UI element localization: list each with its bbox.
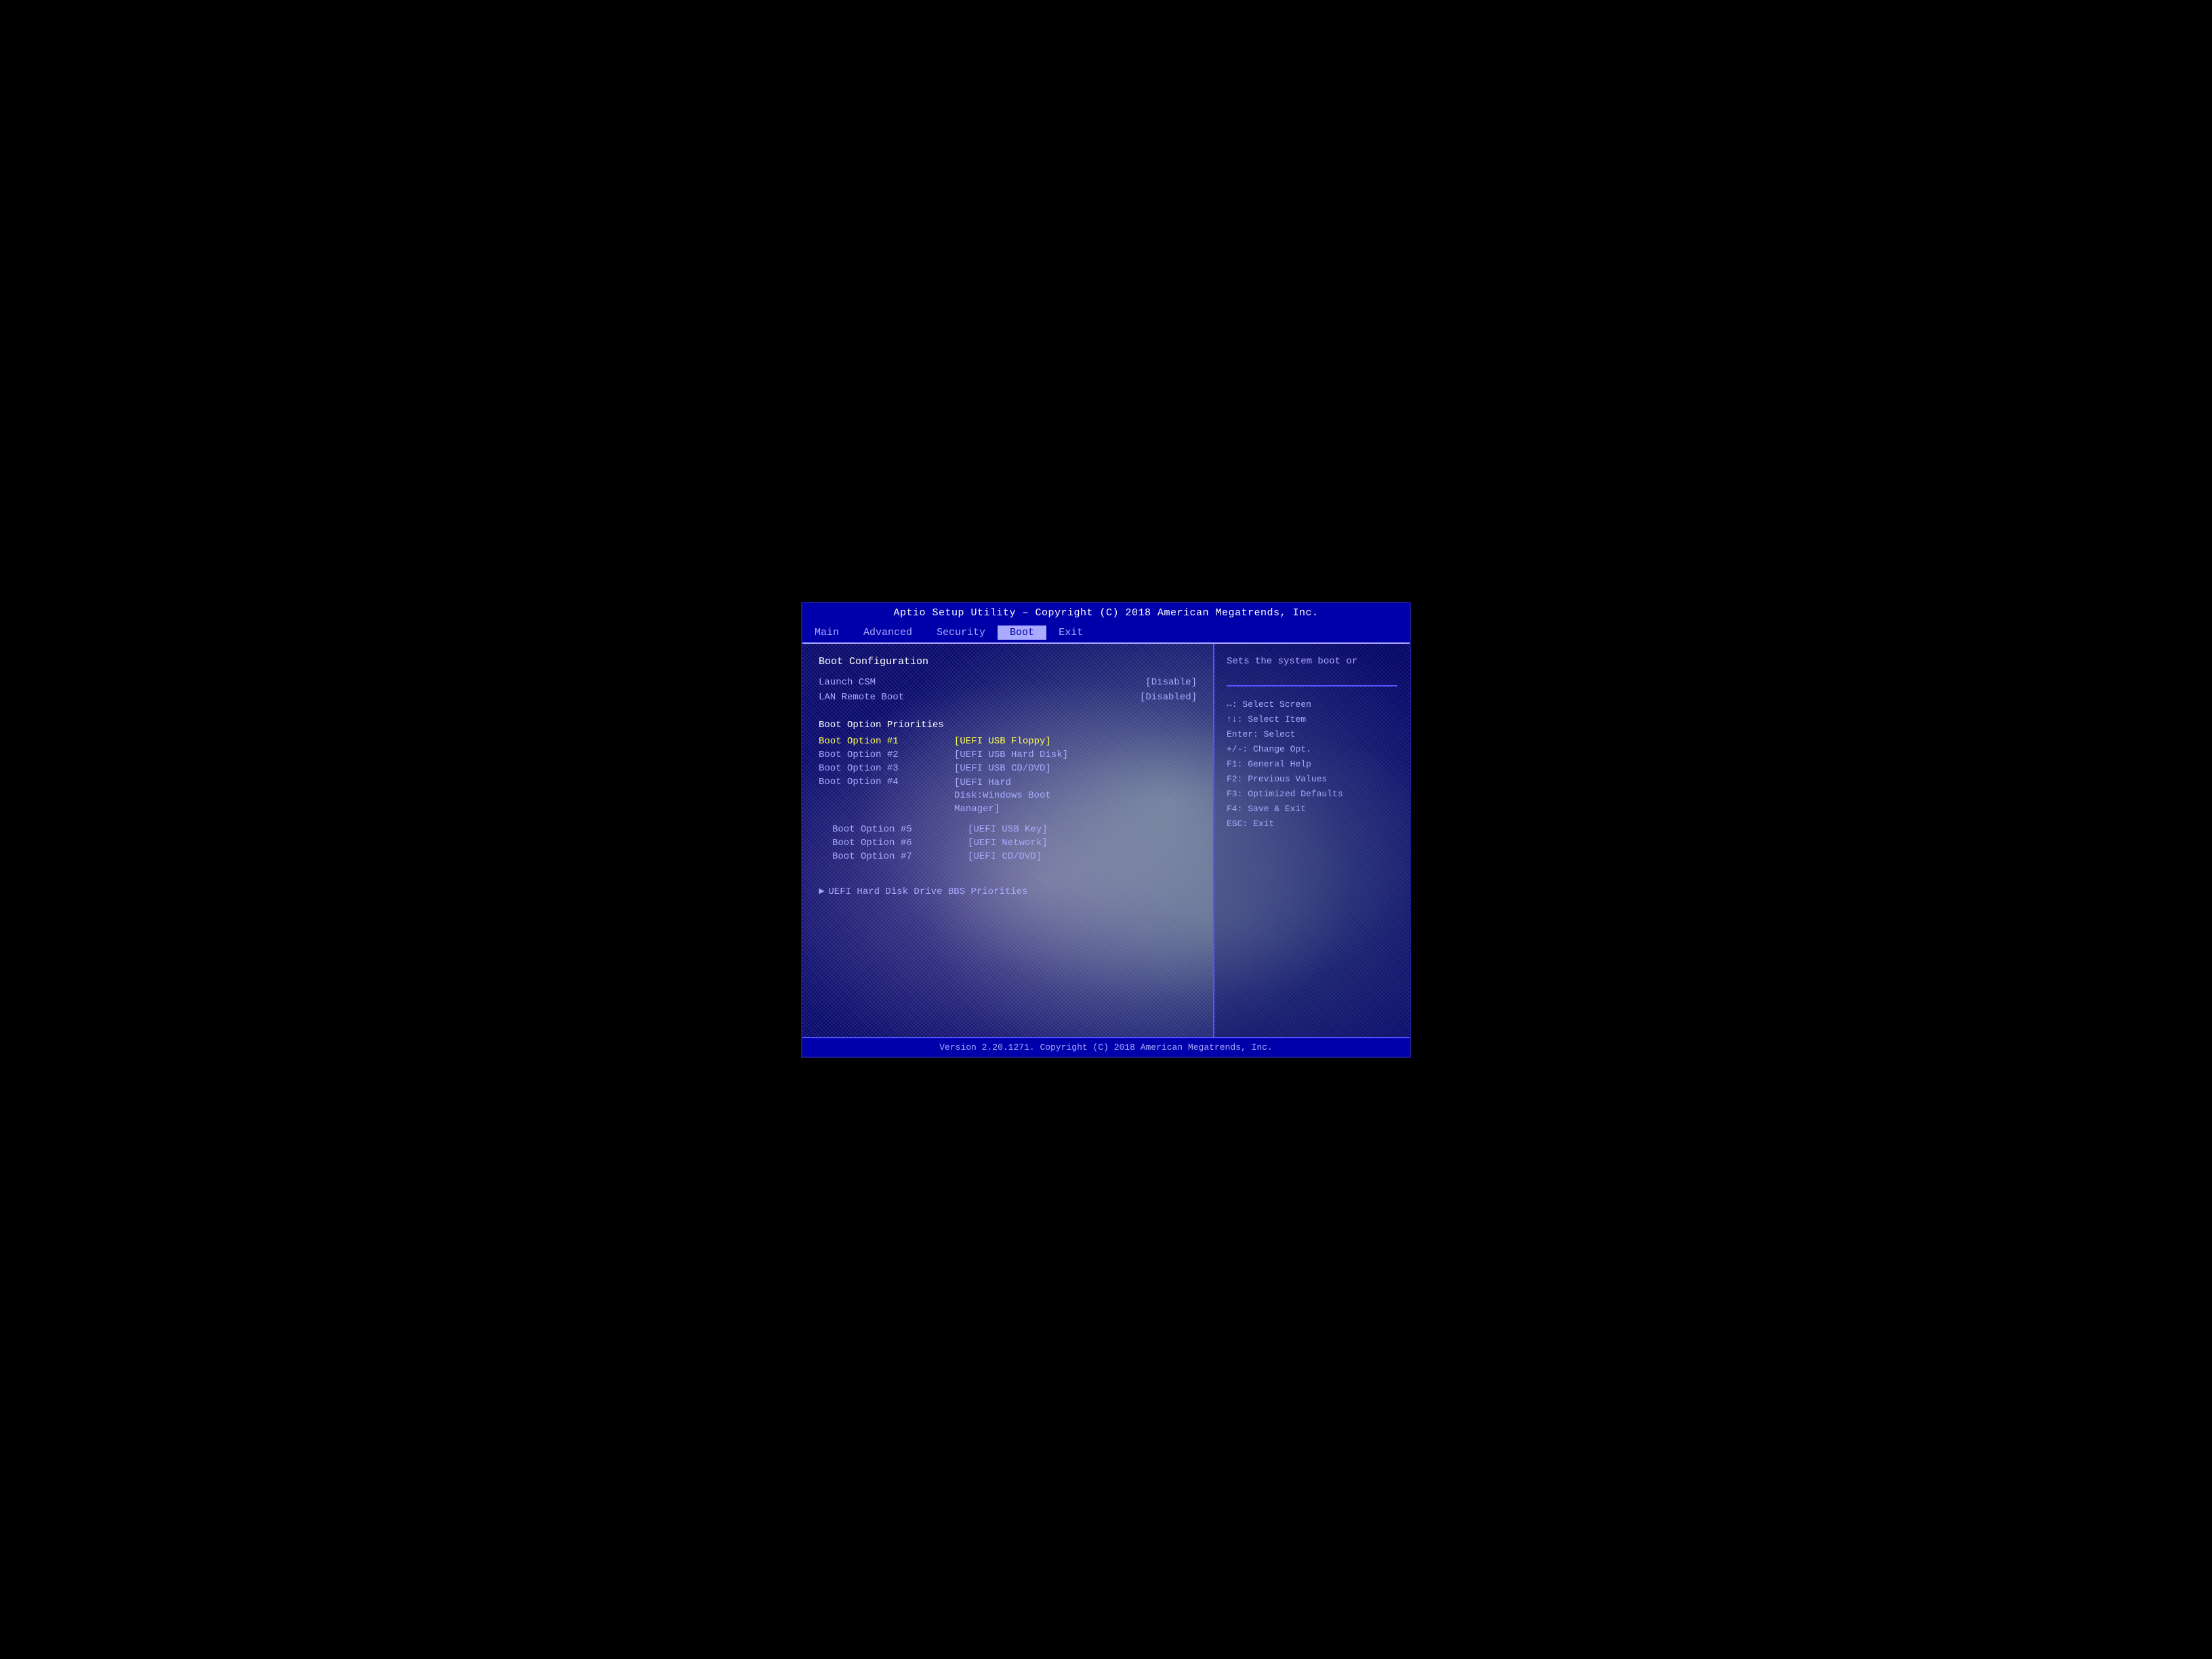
help-desc-1: Select Item — [1248, 714, 1306, 724]
help-key-3: +/-: — [1227, 744, 1248, 754]
divider-1 — [819, 711, 1197, 712]
boot-option-1-row[interactable]: Boot Option #1 [UEFI USB Floppy] — [819, 736, 1197, 747]
help-desc-2: Select — [1264, 729, 1296, 739]
help-item-4: F1: General Help — [1227, 757, 1397, 772]
boot-priorities-title: Boot Option Priorities — [819, 720, 1197, 731]
main-layout: Boot Configuration Launch CSM [Disable] … — [802, 644, 1410, 1037]
help-key-2: Enter: — [1227, 729, 1258, 739]
left-panel: Boot Configuration Launch CSM [Disable] … — [802, 644, 1213, 1037]
lan-remote-boot-row[interactable]: LAN Remote Boot [Disabled] — [819, 692, 1197, 703]
menu-item-boot[interactable]: Boot — [998, 626, 1046, 640]
boot-option-5-row[interactable]: Boot Option #5 [UEFI USB Key] — [819, 824, 1197, 835]
boot-option-1-value: [UEFI USB Floppy] — [954, 736, 1197, 747]
boot-option-5-value: [UEFI USB Key] — [968, 824, 1197, 835]
boot-option-2-value: [UEFI USB Hard Disk] — [954, 750, 1197, 760]
help-desc-4: General Help — [1248, 759, 1311, 769]
menu-item-security[interactable]: Security — [924, 626, 998, 640]
boot-option-1-label: Boot Option #1 — [819, 736, 954, 747]
bbs-arrow-icon: ► — [819, 886, 824, 897]
spacer-2 — [819, 865, 1197, 876]
help-text: ↔: Select Screen ↑↓: Select Item Enter: … — [1227, 697, 1397, 832]
boot-option-5-label: Boot Option #5 — [832, 824, 968, 835]
help-key-7: F4: — [1227, 804, 1242, 814]
help-item-1: ↑↓: Select Item — [1227, 712, 1397, 727]
boot-option-4-value: [UEFI HardDisk:Windows BootManager] — [954, 777, 1197, 817]
right-panel: Sets the system boot or ↔: Select Screen… — [1213, 644, 1410, 1037]
bios-screen: Aptio Setup Utility – Copyright (C) 2018… — [801, 602, 1411, 1058]
boot-option-2-row[interactable]: Boot Option #2 [UEFI USB Hard Disk] — [819, 750, 1197, 760]
help-desc-8: Exit — [1253, 819, 1274, 829]
help-item-2: Enter: Select — [1227, 727, 1397, 742]
boot-option-7-row[interactable]: Boot Option #7 [UEFI CD/DVD] — [819, 851, 1197, 862]
boot-option-7-value: [UEFI CD/DVD] — [968, 851, 1197, 862]
boot-option-2-label: Boot Option #2 — [819, 750, 954, 760]
help-key-5: F2: — [1227, 774, 1242, 784]
boot-option-3-value: [UEFI USB CD/DVD] — [954, 763, 1197, 774]
help-key-0: ↔: — [1227, 699, 1237, 710]
footer-text: Version 2.20.1271. Copyright (C) 2018 Am… — [939, 1042, 1272, 1052]
menu-bar[interactable]: Main Advanced Security Boot Exit — [802, 623, 1410, 644]
boot-option-6-value: [UEFI Network] — [968, 838, 1197, 848]
boot-option-4-row[interactable]: Boot Option #4 [UEFI HardDisk:Windows Bo… — [819, 777, 1197, 817]
help-desc-7: Save & Exit — [1248, 804, 1306, 814]
boot-option-4-label: Boot Option #4 — [819, 777, 954, 817]
help-key-1: ↑↓: — [1227, 714, 1242, 724]
right-panel-description: Sets the system boot or — [1227, 655, 1397, 669]
help-desc-0: Select Screen — [1242, 699, 1311, 710]
title-text: Aptio Setup Utility – Copyright (C) 2018… — [893, 607, 1318, 619]
help-desc-3: Change Opt. — [1253, 744, 1311, 754]
help-item-7: F4: Save & Exit — [1227, 802, 1397, 817]
help-item-5: F2: Previous Values — [1227, 772, 1397, 787]
spacer — [819, 819, 1197, 824]
help-key-4: F1: — [1227, 759, 1242, 769]
help-item-6: F3: Optimized Defaults — [1227, 787, 1397, 802]
help-separator — [1227, 685, 1397, 687]
boot-option-6-row[interactable]: Boot Option #6 [UEFI Network] — [819, 838, 1197, 848]
title-bar: Aptio Setup Utility – Copyright (C) 2018… — [802, 603, 1410, 623]
help-desc-6: Optimized Defaults — [1248, 789, 1343, 799]
launch-csm-value: [Disable] — [1145, 677, 1197, 688]
launch-csm-row[interactable]: Launch CSM [Disable] — [819, 677, 1197, 688]
boot-option-6-label: Boot Option #6 — [832, 838, 968, 848]
bbs-link[interactable]: ► UEFI Hard Disk Drive BBS Priorities — [819, 886, 1197, 897]
menu-item-exit[interactable]: Exit — [1046, 626, 1095, 640]
footer-bar: Version 2.20.1271. Copyright (C) 2018 Am… — [802, 1037, 1410, 1057]
lan-remote-boot-value: [Disabled] — [1140, 692, 1197, 703]
boot-option-3-row[interactable]: Boot Option #3 [UEFI USB CD/DVD] — [819, 763, 1197, 774]
bbs-label: UEFI Hard Disk Drive BBS Priorities — [828, 886, 1027, 897]
menu-item-advanced[interactable]: Advanced — [851, 626, 924, 640]
launch-csm-label: Launch CSM — [819, 677, 876, 688]
help-item-8: ESC: Exit — [1227, 817, 1397, 832]
help-item-3: +/-: Change Opt. — [1227, 742, 1397, 757]
boot-option-3-label: Boot Option #3 — [819, 763, 954, 774]
lan-remote-boot-label: LAN Remote Boot — [819, 692, 904, 703]
boot-option-7-label: Boot Option #7 — [832, 851, 968, 862]
section-title: Boot Configuration — [819, 656, 1197, 668]
help-item-0: ↔: Select Screen — [1227, 697, 1397, 712]
help-key-8: ESC: — [1227, 819, 1248, 829]
menu-item-main[interactable]: Main — [802, 626, 851, 640]
help-key-6: F3: — [1227, 789, 1242, 799]
help-desc-5: Previous Values — [1248, 774, 1327, 784]
